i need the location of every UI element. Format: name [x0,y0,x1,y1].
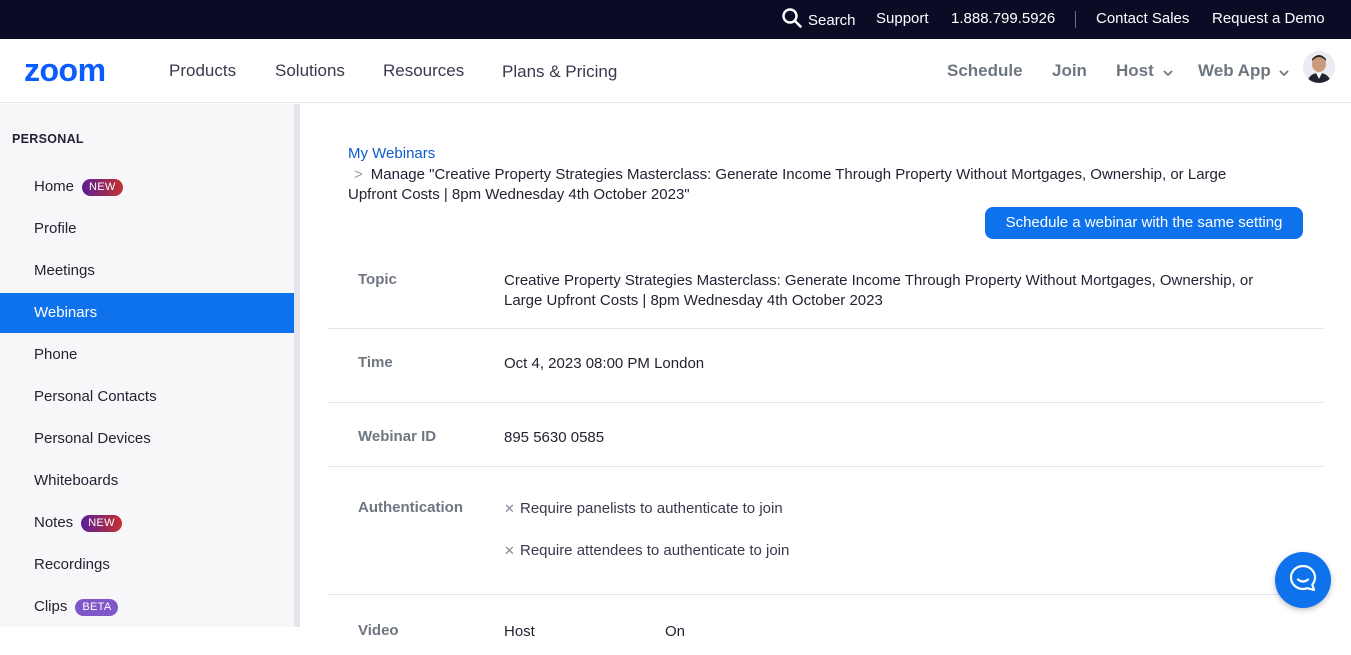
products-menu[interactable]: Products [169,61,236,81]
time-row: Time Oct 4, 2023 08:00 PM London [328,329,1323,403]
auth-attendees-text: Require attendees to authenticate to joi… [520,542,790,559]
plans-pricing-link[interactable]: Plans & Pricing [502,62,617,82]
authentication-label: Authentication [358,499,463,516]
sidebar-item-personal-contacts[interactable]: Personal Contacts [0,377,294,417]
join-link[interactable]: Join [1052,61,1087,81]
sidebar-item-label: Webinars [34,304,98,321]
host-label: Host [1116,61,1154,80]
sidebar-item-meetings[interactable]: Meetings [0,251,294,291]
sidebar-item-home[interactable]: Home NEW [0,167,294,207]
topic-row: Topic Creative Property Strategies Maste… [328,256,1323,329]
sidebar: PERSONAL Home NEW Profile Meetings Webina… [0,104,300,627]
search-icon [782,8,808,32]
auth-attendees-item: ✕ Require attendees to authenticate to j… [504,541,1304,561]
sidebar-item-label: Clips [34,598,68,615]
sidebar-item-recordings[interactable]: Recordings [0,545,294,585]
request-demo-link[interactable]: Request a Demo [1212,10,1325,27]
video-label: Video [358,622,399,639]
sidebar-item-profile[interactable]: Profile [0,209,294,249]
authentication-row: Authentication ✕ Require panelists to au… [328,467,1323,595]
solutions-menu[interactable]: Solutions [275,61,345,81]
schedule-same-setting-button[interactable]: Schedule a webinar with the same setting [985,207,1303,239]
time-label: Time [358,354,393,371]
webinar-id-row: Webinar ID 895 5630 0585 [328,403,1323,467]
auth-panelists-text: Require panelists to authenticate to joi… [520,500,783,517]
breadcrumb-my-webinars[interactable]: My Webinars [348,145,435,162]
auth-panelists-item: ✕ Require panelists to authenticate to j… [504,499,1304,519]
chat-support-button[interactable] [1275,552,1331,608]
topic-label: Topic [358,271,397,288]
topbar-divider [1075,11,1076,28]
sidebar-item-label: Meetings [34,262,95,279]
schedule-link[interactable]: Schedule [947,61,1023,81]
close-icon: ✕ [504,543,515,558]
zoom-logo[interactable]: zoom [24,52,134,91]
beta-badge: BETA [75,599,119,616]
sidebar-item-notes[interactable]: Notes NEW [0,503,294,543]
sidebar-item-label: Phone [34,346,78,363]
sidebar-section-title: PERSONAL [12,132,84,146]
new-badge: NEW [81,515,122,532]
top-utility-bar: Search Support 1.888.799.5926 Contact Sa… [0,0,1351,39]
webinar-id-label: Webinar ID [358,428,437,445]
phone-link[interactable]: 1.888.799.5926 [951,10,1055,27]
video-host-value: On [665,623,686,640]
contact-sales-link[interactable]: Contact Sales [1096,10,1189,27]
chevron-down-icon [1279,62,1290,82]
chevron-down-icon [1162,62,1173,82]
video-row: Video Host On [328,595,1323,655]
main-content: My Webinars > Manage "Creative Property S… [300,104,1351,640]
web-app-menu[interactable]: Web App [1198,61,1290,82]
web-app-label: Web App [1198,61,1271,80]
support-link[interactable]: Support [876,10,929,27]
sidebar-item-label: Personal Contacts [34,388,157,405]
resources-menu[interactable]: Resources [383,61,464,81]
avatar[interactable] [1303,51,1335,83]
time-value: Oct 4, 2023 08:00 PM London [504,355,705,372]
breadcrumb-separator: > [354,166,363,183]
topic-value: Creative Property Strategies Masterclass… [504,272,1254,309]
sidebar-item-label: Personal Devices [34,430,151,447]
sidebar-item-clips[interactable]: Clips BETA [0,587,294,627]
sidebar-item-label: Home [34,178,75,195]
video-host-label: Host [504,623,535,640]
search-label: Search [808,11,856,29]
breadcrumb-current: > Manage "Creative Property Strategies Ma… [348,165,1258,205]
search-button[interactable]: Search [782,8,856,32]
authentication-values: ✕ Require panelists to authenticate to j… [504,499,1304,561]
sidebar-item-label: Profile [34,220,77,237]
sidebar-item-personal-devices[interactable]: Personal Devices [0,419,294,459]
breadcrumb-current-label: Manage "Creative Property Strategies Mas… [348,166,1227,203]
sidebar-item-label: Whiteboards [34,472,119,489]
svg-text:zoom: zoom [24,56,106,86]
close-icon: ✕ [504,501,515,516]
sidebar-item-whiteboards[interactable]: Whiteboards [0,461,294,501]
host-menu[interactable]: Host [1116,61,1173,82]
sidebar-item-webinars[interactable]: Webinars [0,293,294,333]
sidebar-item-phone[interactable]: Phone [0,335,294,375]
chat-bubble-icon [1288,563,1318,598]
sidebar-item-label: Notes [34,514,74,531]
webinar-id-value: 895 5630 0585 [504,429,605,446]
main-navigation: zoom Products Solutions Resources Plans … [0,39,1351,103]
sidebar-item-label: Recordings [34,556,110,573]
new-badge: NEW [82,179,123,196]
